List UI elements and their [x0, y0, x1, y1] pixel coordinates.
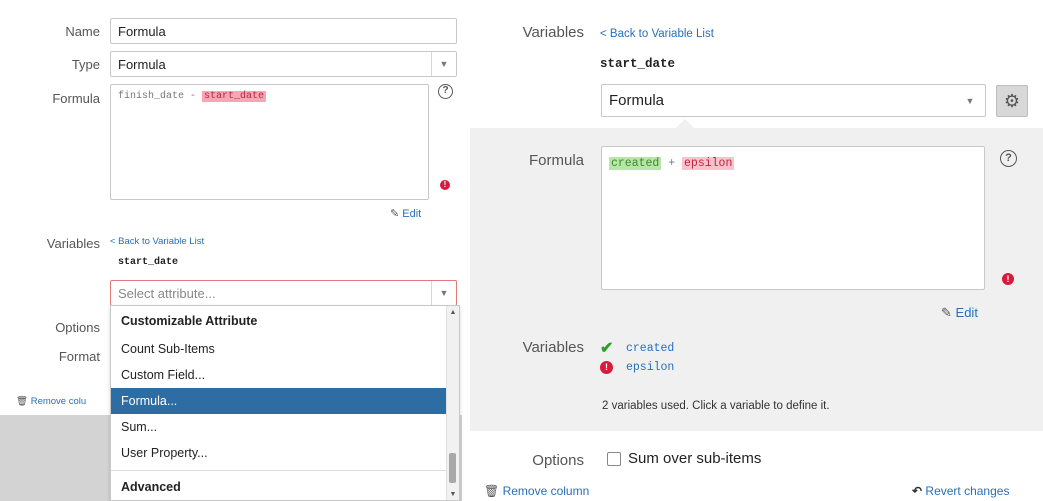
dropdown-item-user-property[interactable]: User Property...: [111, 440, 447, 466]
chevron-down-icon: ▼: [431, 281, 456, 305]
formula-editor[interactable]: created + epsilon: [601, 146, 985, 290]
dropdown-group-header: Advanced: [121, 480, 181, 494]
edit-link-label: Edit: [955, 305, 978, 320]
variable-item-created-label: created: [626, 341, 675, 355]
scrollbar-thumb[interactable]: [449, 453, 456, 483]
variables-list-label: Variables: [522, 339, 584, 356]
left-panel: Name Formula Type Formula ▼ Formula fini…: [0, 0, 470, 501]
back-to-variable-list-link[interactable]: < Back to Variable List: [110, 236, 204, 247]
trash-icon: 🗑: [484, 484, 500, 498]
revert-changes-link[interactable]: ↶ Revert changes: [912, 484, 1009, 498]
remove-column-link[interactable]: 🗑 Remove colu: [16, 396, 86, 407]
attribute-select[interactable]: Select attribute... ▼: [110, 280, 457, 306]
dropdown-divider: [111, 470, 447, 471]
attribute-dropdown-menu[interactable]: Customizable Attribute Count Sub-Items C…: [110, 305, 460, 501]
trash-icon: 🗑: [16, 396, 29, 407]
variable-name: start_date: [600, 57, 676, 71]
variable-item-epsilon-label: epsilon: [626, 361, 675, 374]
variables-label: Variables: [46, 236, 100, 251]
name-input[interactable]: Formula: [110, 18, 457, 44]
dropdown-item-formula[interactable]: Formula...: [111, 388, 447, 414]
undo-icon: ↶: [912, 484, 923, 498]
formula-text: finish_date - start_date: [118, 91, 267, 102]
checkbox-box[interactable]: [607, 451, 621, 466]
formula-text-part1: finish_date -: [118, 91, 203, 102]
chevron-down-icon: ▼: [965, 95, 975, 106]
type-label: Type: [71, 57, 100, 72]
formula-var-start-date[interactable]: start_date: [202, 91, 267, 102]
type-select-value: Formula: [609, 92, 665, 109]
format-label: Format: [58, 349, 100, 364]
help-icon[interactable]: ?: [438, 84, 453, 99]
formula-var-created[interactable]: created: [609, 157, 662, 170]
name-input-value: Formula: [118, 23, 166, 39]
formula-label: Formula: [528, 152, 584, 169]
dropdown-item-sum[interactable]: Sum...: [111, 414, 447, 440]
revert-changes-label: Revert changes: [925, 484, 1010, 498]
type-select[interactable]: Formula ▼: [601, 84, 986, 117]
error-icon: !: [440, 180, 450, 190]
scroll-down-icon[interactable]: ▼: [447, 491, 459, 498]
scroll-up-icon[interactable]: ▲: [447, 309, 459, 316]
gear-icon: ⚙: [1003, 90, 1021, 111]
type-select-value: Formula: [118, 56, 166, 72]
options-label: Options: [55, 320, 100, 335]
edit-link[interactable]: ✎ Edit: [390, 207, 421, 220]
right-panel: Variables < Back to Variable List start_…: [470, 0, 1043, 501]
formula-operator: +: [661, 157, 683, 170]
variable-item-created[interactable]: ✔ created: [600, 338, 674, 358]
back-to-variable-list-link[interactable]: < Back to Variable List: [600, 28, 714, 40]
help-icon[interactable]: ?: [1000, 150, 1017, 167]
pencil-icon: ✎: [941, 305, 952, 320]
error-icon: !: [600, 361, 613, 374]
name-label: Name: [65, 24, 100, 39]
sum-over-sub-items-checkbox[interactable]: Sum over sub-items: [607, 450, 761, 467]
dropdown-item-custom-field[interactable]: Custom Field...: [111, 362, 447, 388]
options-label: Options: [532, 452, 584, 469]
variables-hint: 2 variables used. Click a variable to de…: [602, 400, 830, 412]
settings-button[interactable]: ⚙: [996, 85, 1028, 117]
variables-label: Variables: [522, 24, 584, 41]
variable-item-epsilon[interactable]: ! epsilon: [600, 361, 674, 374]
error-icon: !: [1002, 273, 1014, 285]
formula-var-epsilon[interactable]: epsilon: [682, 157, 735, 170]
edit-link[interactable]: ✎ Edit: [941, 305, 978, 321]
dropdown-scrollbar[interactable]: ▲ ▼: [446, 306, 459, 500]
attribute-select-placeholder: Select attribute...: [118, 285, 216, 301]
type-select[interactable]: Formula ▼: [110, 51, 457, 77]
pencil-icon: ✎: [390, 208, 400, 220]
dropdown-group-header: Customizable Attribute: [121, 314, 258, 328]
chevron-down-icon: ▼: [431, 52, 456, 76]
formula-text: created + epsilon: [609, 157, 735, 170]
panel-notch: [676, 119, 694, 128]
formula-definition-panel: Formula created + epsilon ? ! ✎ Edit Var…: [470, 119, 1043, 431]
variable-name: start_date: [118, 257, 179, 268]
dropdown-item-count-sub-items[interactable]: Count Sub-Items: [111, 336, 447, 362]
sum-over-sub-items-label: Sum over sub-items: [628, 450, 762, 467]
formula-editor[interactable]: finish_date - start_date: [110, 84, 429, 200]
remove-column-link[interactable]: 🗑 Remove column: [484, 484, 589, 498]
remove-column-label: Remove colu: [30, 396, 87, 407]
remove-column-label: Remove column: [502, 484, 590, 498]
formula-label: Formula: [52, 91, 100, 106]
checkmark-icon: ✔: [600, 340, 614, 357]
edit-link-label: Edit: [402, 208, 422, 220]
